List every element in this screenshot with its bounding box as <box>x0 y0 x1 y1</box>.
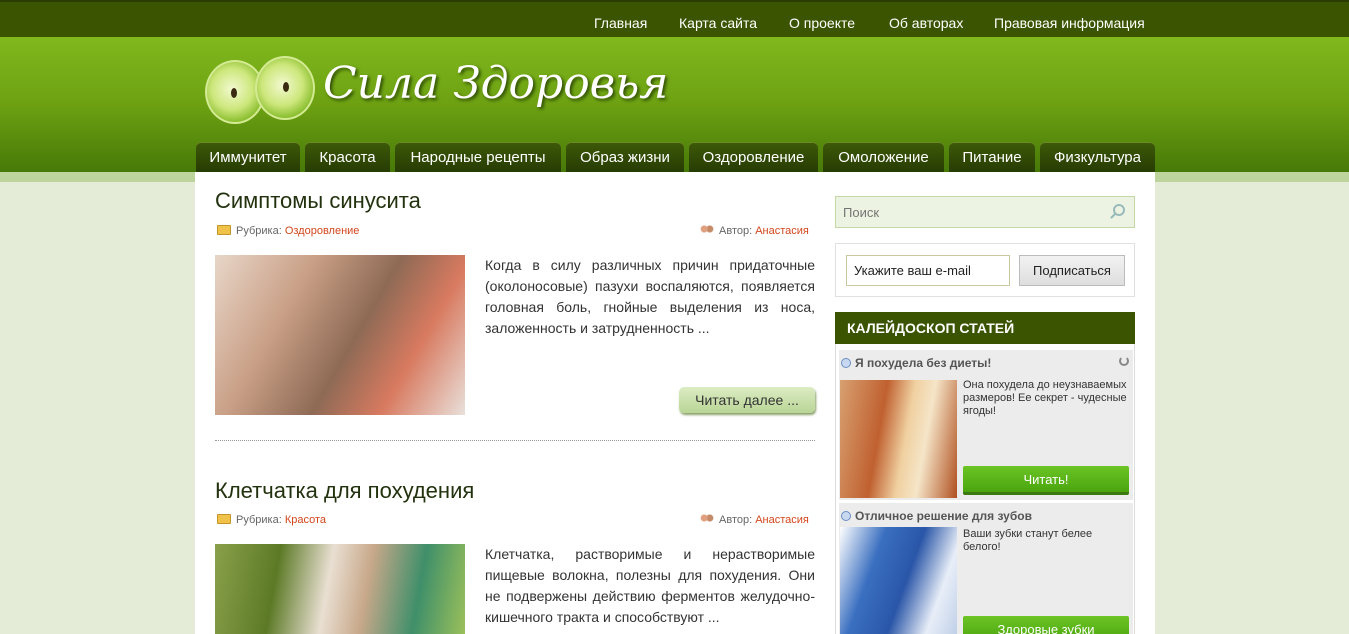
globe-icon <box>841 511 851 521</box>
ad-text[interactable]: Она похудела до неузнаваемых размеров! Е… <box>963 379 1128 418</box>
search-input[interactable] <box>836 197 1106 227</box>
ad-title[interactable]: Отличное решение для зубов <box>841 509 1032 523</box>
nav-fitness[interactable]: Физкультура <box>1040 142 1155 172</box>
ad-title-text: Отличное решение для зубов <box>855 509 1032 523</box>
nav-rejuvenation[interactable]: Омоложение <box>823 142 944 172</box>
author-link[interactable]: Анастасия <box>755 514 809 526</box>
category-link[interactable]: Красота <box>285 514 326 526</box>
search-icon[interactable] <box>1113 204 1125 216</box>
ad-read-button[interactable]: Читать! <box>963 466 1129 495</box>
read-more-button[interactable]: Читать далее ... <box>679 387 815 413</box>
ad-title[interactable]: Я похудела без диеты! <box>841 356 991 370</box>
ad-image[interactable] <box>840 527 957 634</box>
nav-lifestyle[interactable]: Образ жизни <box>566 142 684 172</box>
nav-folk-recipes[interactable]: Народные рецепты <box>395 142 561 172</box>
nav-nutrition[interactable]: Питание <box>949 142 1035 172</box>
ad-title-text: Я похудела без диеты! <box>855 356 992 370</box>
author-icon <box>700 514 714 524</box>
kaleidoscope-heading: КАЛЕЙДОСКОП СТАТЕЙ <box>835 312 1135 344</box>
nav-immunity[interactable]: Иммунитет <box>196 142 300 172</box>
search-box <box>835 196 1135 228</box>
nav-healing[interactable]: Оздоровление <box>689 142 818 172</box>
post-title-link[interactable]: Симптомы синусита <box>215 188 421 214</box>
post-thumbnail-image[interactable] <box>215 255 465 415</box>
site-title[interactable]: Сила Здоровья <box>323 58 668 109</box>
category-label: Рубрика: <box>236 225 282 237</box>
topnav-about-link[interactable]: О проекте <box>789 15 855 31</box>
ad-image[interactable] <box>840 380 957 498</box>
post-thumbnail-image[interactable] <box>215 544 465 634</box>
post-author: Автор: Анастасия <box>700 514 809 526</box>
post-category: Рубрика: Красота <box>217 514 326 526</box>
author-icon <box>700 225 714 235</box>
top-bar <box>0 0 1349 37</box>
author-link[interactable]: Анастасия <box>755 225 809 237</box>
post-excerpt: Когда в силу различных причин придаточны… <box>485 257 815 336</box>
logo-apple-icon[interactable] <box>205 52 315 130</box>
topnav-sitemap-link[interactable]: Карта сайта <box>679 15 757 31</box>
topnav-authors-link[interactable]: Об авторах <box>889 15 963 31</box>
post-excerpt: Клетчатка, растворимые и нерастворимые п… <box>485 546 815 625</box>
topnav-home-link[interactable]: Главная <box>594 15 647 31</box>
nav-beauty[interactable]: Красота <box>305 142 390 172</box>
email-field[interactable] <box>846 255 1010 286</box>
ad-block[interactable]: Я похудела без диеты! Она похудела до не… <box>839 350 1133 500</box>
topnav-legal-link[interactable]: Правовая информация <box>994 15 1145 31</box>
author-label: Автор: <box>719 225 753 237</box>
apple-half-icon <box>255 56 315 120</box>
post-category: Рубрика: Оздоровление <box>217 225 359 237</box>
ad-teeth-button[interactable]: Здоровые зубки <box>963 616 1129 634</box>
category-label: Рубрика: <box>236 514 282 526</box>
author-label: Автор: <box>719 514 753 526</box>
post-title-link[interactable]: Клетчатка для похудения <box>215 478 474 504</box>
ad-block[interactable]: Отличное решение для зубов Ваши зубки ст… <box>839 503 1133 634</box>
globe-icon <box>841 358 851 368</box>
folder-icon <box>217 514 231 524</box>
ad-text[interactable]: Ваши зубки станут белее белого! <box>963 528 1128 554</box>
refresh-icon[interactable] <box>1119 356 1129 366</box>
folder-icon <box>217 225 231 235</box>
subscribe-box: Подписаться <box>835 243 1135 297</box>
post-author: Автор: Анастасия <box>700 225 809 237</box>
category-link[interactable]: Оздоровление <box>285 225 360 237</box>
post-divider <box>215 440 815 441</box>
subscribe-button[interactable]: Подписаться <box>1019 255 1125 286</box>
